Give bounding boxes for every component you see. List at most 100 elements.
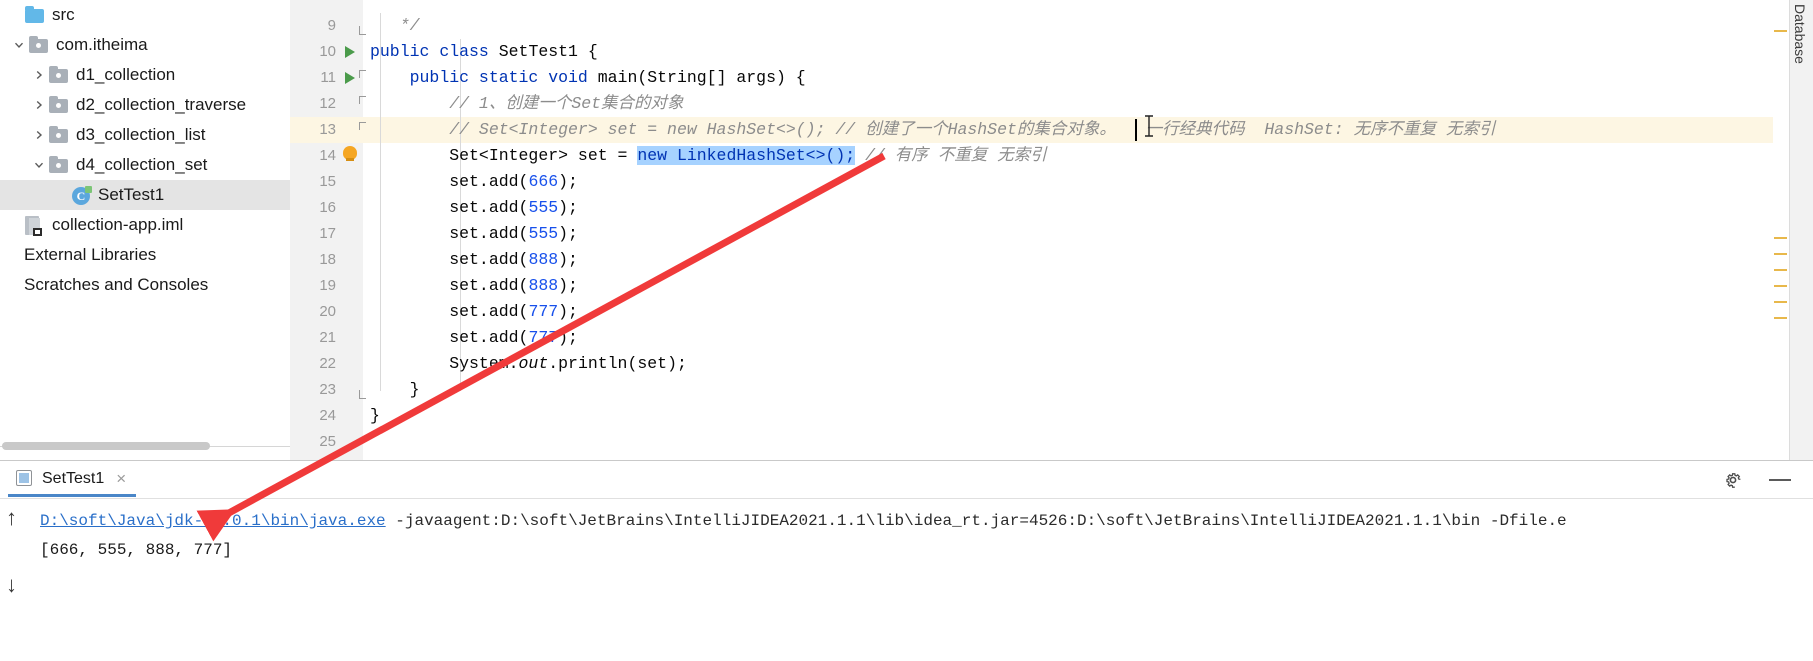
- close-icon[interactable]: ×: [116, 470, 126, 487]
- code-line[interactable]: 10 public class SetTest1 {: [290, 39, 1813, 65]
- code-token: class: [439, 42, 499, 61]
- code-text: set.add(777);: [370, 299, 578, 325]
- chevron-right-icon[interactable]: [30, 90, 48, 120]
- code-line[interactable]: 24}: [290, 403, 1813, 429]
- tool-tab-database[interactable]: Database: [1790, 0, 1812, 86]
- code-line[interactable]: 9 */: [290, 13, 1813, 39]
- tree-item-collection-app-iml[interactable]: collection-app.iml: [0, 210, 290, 240]
- code-token: 666: [528, 172, 559, 191]
- tree-item-src[interactable]: src: [0, 0, 290, 30]
- code-token: 555: [528, 224, 559, 243]
- console-output[interactable]: D:\soft\Java\jdk-17.0.1\bin\java.exe -ja…: [30, 499, 1813, 661]
- code-line[interactable]: 11 public static void main(String[] args…: [290, 65, 1813, 91]
- code-token: main(String[] args) {: [597, 68, 806, 87]
- fold-collapse-icon[interactable]: [353, 122, 367, 138]
- tree-item-d2-collection-traverse[interactable]: d2_collection_traverse: [0, 90, 290, 120]
- line-number: 16: [319, 199, 336, 216]
- code-text: }: [370, 403, 380, 429]
- scroll-down-button[interactable]: ↓: [6, 574, 24, 596]
- tree-item-label: d2_collection_traverse: [76, 95, 247, 114]
- tree-item-d3-collection-list[interactable]: d3_collection_list: [0, 120, 290, 150]
- code-token: 777: [528, 302, 559, 321]
- scrollbar-thumb[interactable]: [2, 442, 210, 450]
- tree-item-label: SetTest1: [98, 185, 165, 204]
- line-number: 12: [319, 95, 336, 112]
- run-configuration-icon: [16, 469, 34, 488]
- tree-item-label: d3_collection_list: [76, 125, 206, 144]
- project-horizontal-scrollbar[interactable]: [0, 440, 290, 452]
- fold-end-icon[interactable]: [353, 382, 367, 399]
- run-tab-settest1[interactable]: SetTest1 ×: [8, 463, 137, 497]
- console-command-line: D:\soft\Java\jdk-17.0.1\bin\java.exe -ja…: [40, 508, 1567, 534]
- tree-item-external-libraries[interactable]: External Libraries: [0, 240, 290, 270]
- chevron-right-icon[interactable]: [30, 60, 48, 90]
- code-line[interactable]: 21 set.add(777);: [290, 325, 1813, 351]
- tree-item-label: d1_collection: [76, 65, 176, 84]
- code-text: // 1、创建一个Set集合的对象: [370, 91, 683, 117]
- code-text: set.add(888);: [370, 247, 578, 273]
- tree-item-com-itheima[interactable]: com.itheima: [0, 30, 290, 60]
- code-line[interactable]: 14 Set<Integer> set = new LinkedHashSet<…: [290, 143, 1813, 169]
- code-token: set.add(: [370, 198, 529, 217]
- intention-bulb-icon[interactable]: [342, 146, 358, 162]
- scroll-up-button[interactable]: ↑: [6, 507, 24, 529]
- code-editor[interactable]: 9 */10 public class SetTest1 {11 public s…: [290, 0, 1813, 460]
- java-exe-link[interactable]: D:\soft\Java\jdk-17.0.1\bin\java.exe: [40, 512, 386, 530]
- chevron-right-icon[interactable]: [30, 120, 48, 150]
- selected-code: new LinkedHashSet<>();: [637, 146, 856, 165]
- tree-item-settest1[interactable]: C SetTest1: [0, 180, 290, 210]
- fold-end-icon[interactable]: [353, 18, 367, 35]
- editor-marker-gutter[interactable]: [1773, 0, 1789, 460]
- code-line[interactable]: 17 set.add(555);: [290, 221, 1813, 247]
- line-number: 15: [319, 173, 336, 190]
- code-text: set.add(555);: [370, 221, 578, 247]
- tree-item-d1-collection[interactable]: d1_collection: [0, 60, 290, 90]
- line-number: 25: [319, 433, 336, 450]
- minimize-icon[interactable]: [1769, 479, 1791, 481]
- code-text: set.add(555);: [370, 195, 578, 221]
- code-token: set.add(: [370, 224, 529, 243]
- code-line[interactable]: 23 }: [290, 377, 1813, 403]
- code-line[interactable]: 13 // Set<Integer> set = new HashSet<>()…: [290, 117, 1813, 143]
- code-token: out: [518, 354, 549, 373]
- folder-icon: [48, 66, 70, 84]
- line-number: 17: [319, 225, 336, 242]
- fold-collapse-icon[interactable]: [353, 70, 367, 86]
- project-tree-panel: src com.itheima d1_collection d2_collection…: [0, 0, 290, 460]
- line-number: 9: [327, 17, 336, 34]
- code-token: );: [558, 198, 578, 217]
- code-line[interactable]: 18 set.add(888);: [290, 247, 1813, 273]
- run-gutter-icon[interactable]: [345, 46, 355, 58]
- code-token: );: [558, 328, 578, 347]
- tool-tab-database-label: Database: [1792, 4, 1808, 64]
- code-text: public static void main(String[] args) {: [370, 65, 806, 91]
- run-tab-bar: SetTest1 ×: [0, 461, 1813, 499]
- code-line[interactable]: 22 System.out.println(set);: [290, 351, 1813, 377]
- code-line[interactable]: 12 // 1、创建一个Set集合的对象: [290, 91, 1813, 117]
- code-token: }: [370, 406, 380, 425]
- code-line[interactable]: 20 set.add(777);: [290, 299, 1813, 325]
- chevron-placeholder: [6, 270, 24, 300]
- code-line[interactable]: 16 set.add(555);: [290, 195, 1813, 221]
- chevron-down-icon[interactable]: [30, 150, 48, 180]
- code-token: // 有序 不重复 无索引: [865, 146, 1047, 165]
- marker-stripe: [1774, 253, 1787, 255]
- console-program-output: [666, 555, 888, 777]: [40, 541, 233, 559]
- folder-icon: [48, 156, 70, 174]
- tree-item-scratches-and-consoles[interactable]: Scratches and Consoles: [0, 270, 290, 300]
- code-line[interactable]: 15 set.add(666);: [290, 169, 1813, 195]
- tree-item-d4-collection-set[interactable]: d4_collection_set: [0, 150, 290, 180]
- line-number: 18: [319, 251, 336, 268]
- fold-collapse-icon[interactable]: [353, 96, 367, 112]
- java-class-icon: C: [70, 186, 92, 205]
- gear-icon[interactable]: [1723, 470, 1743, 490]
- code-line[interactable]: 25: [290, 429, 1813, 455]
- tree-item-label: Scratches and Consoles: [24, 275, 209, 294]
- chevron-down-icon[interactable]: [10, 30, 28, 60]
- code-line[interactable]: 19 set.add(888);: [290, 273, 1813, 299]
- code-text: System.out.println(set);: [370, 351, 687, 377]
- line-number: 11: [320, 69, 336, 86]
- code-token: );: [558, 302, 578, 321]
- marker-stripe: [1774, 317, 1787, 319]
- code-text: */: [370, 13, 420, 39]
